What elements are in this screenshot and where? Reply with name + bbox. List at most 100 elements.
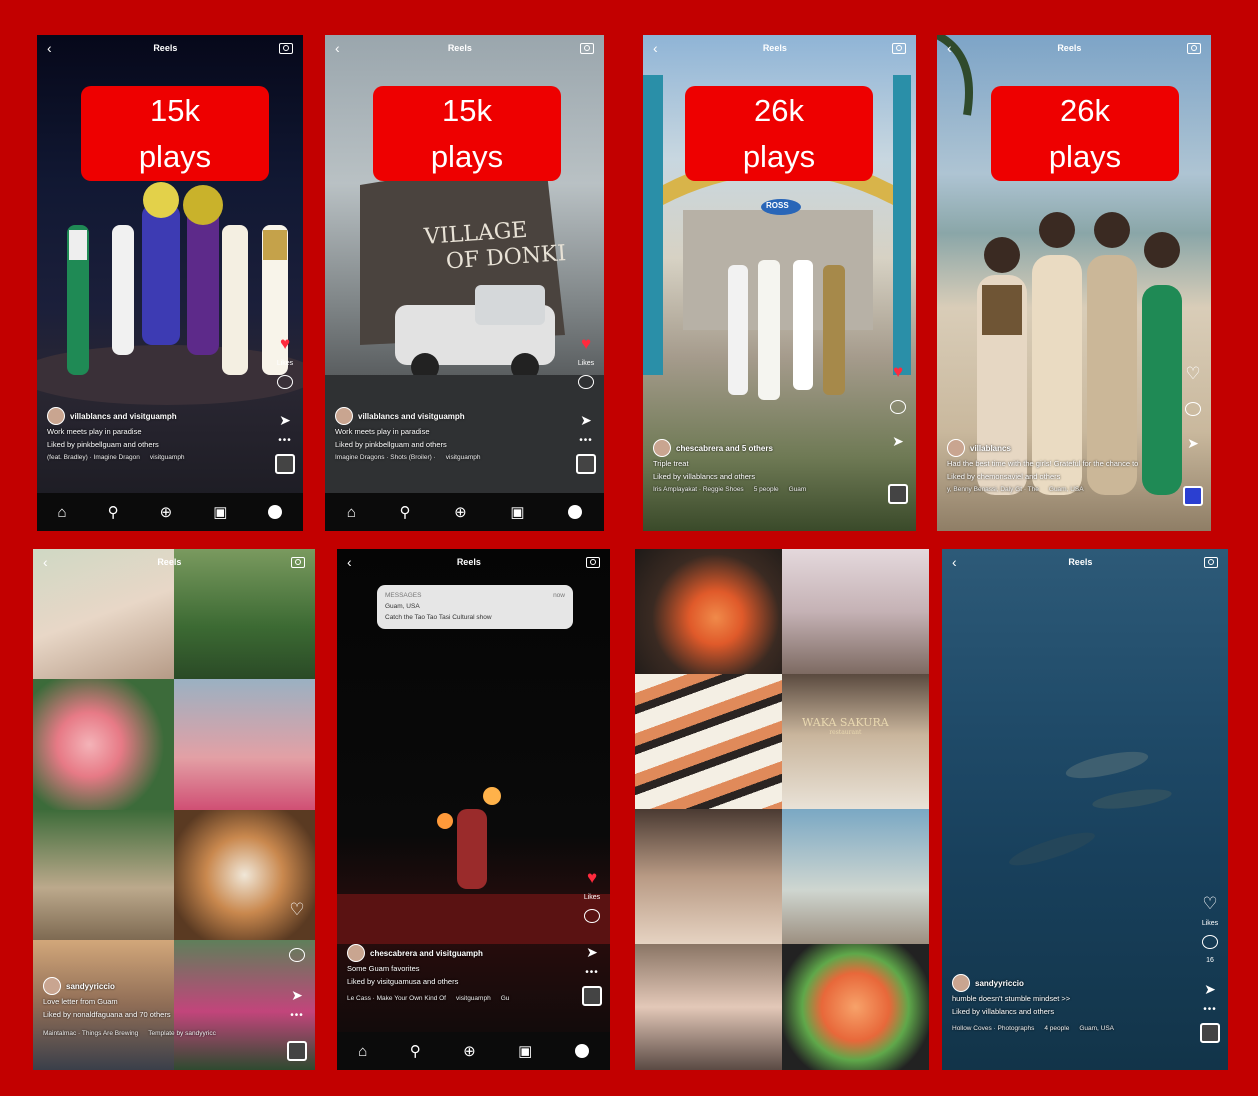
caption-text[interactable]: Love letter from Guam	[43, 995, 281, 1008]
username[interactable]: chescabrera and visitguamph	[370, 947, 483, 960]
reels-icon[interactable]: ▣	[510, 503, 524, 521]
avatar[interactable]	[335, 407, 353, 425]
audio-thumb-icon[interactable]	[576, 454, 596, 474]
liked-by-text[interactable]: Liked by villablancs and others	[653, 470, 882, 483]
heart-icon[interactable]: ♡	[289, 901, 304, 918]
more-icon[interactable]: •••	[585, 967, 599, 978]
avatar[interactable]	[947, 439, 965, 457]
create-icon[interactable]: ⊕	[463, 1042, 476, 1060]
reel-tile-8[interactable]: ‹ Reels ♡ Likes 16 ➤ ••• sandyyriccio hu…	[942, 549, 1228, 1070]
avatar[interactable]	[43, 977, 61, 995]
back-chevron-icon[interactable]: ‹	[952, 554, 957, 570]
profile-avatar-icon[interactable]	[268, 505, 283, 519]
home-icon[interactable]: ⌂	[347, 504, 356, 521]
profile-avatar-icon[interactable]	[568, 505, 583, 519]
camera-icon[interactable]	[579, 42, 594, 54]
comment-icon[interactable]	[1202, 935, 1218, 949]
username[interactable]: sandyyriccio	[975, 977, 1024, 990]
comment-icon[interactable]	[1185, 402, 1201, 416]
back-chevron-icon[interactable]: ‹	[43, 554, 48, 570]
audio-label[interactable]: Le Cass · Make Your Own Kind Of	[347, 992, 446, 1005]
username[interactable]: villablancs	[970, 442, 1011, 455]
comment-icon[interactable]	[890, 400, 906, 414]
heart-icon[interactable]: ♥	[587, 869, 597, 886]
send-icon[interactable]: ➤	[1204, 982, 1216, 996]
camera-icon[interactable]	[891, 42, 906, 54]
comment-icon[interactable]	[277, 375, 293, 389]
username[interactable]: sandyyriccio	[66, 980, 115, 993]
reel-tile-2[interactable]: VILLAGE OF DONKI ‹ Reels 15k plays ♥ Lik…	[325, 35, 604, 531]
heart-icon[interactable]: ♥	[893, 363, 903, 380]
caption-text[interactable]: Had the best time with the girls! Gratef…	[947, 457, 1177, 470]
liked-by-text[interactable]: Liked by pinkbellguam and others	[335, 438, 570, 451]
camera-icon[interactable]	[290, 556, 305, 568]
audio-thumb-icon[interactable]	[1200, 1023, 1220, 1043]
avatar[interactable]	[347, 944, 365, 962]
comment-icon[interactable]	[584, 909, 600, 923]
create-icon[interactable]: ⊕	[160, 503, 173, 521]
search-icon[interactable]: ⚲	[108, 503, 119, 521]
audio-thumb-icon[interactable]	[275, 454, 295, 474]
audio-thumb-icon[interactable]	[582, 986, 602, 1006]
audio-thumb-icon[interactable]	[888, 484, 908, 504]
location-label[interactable]: Guam, USA	[1049, 483, 1084, 496]
send-icon[interactable]: ➤	[291, 988, 303, 1002]
home-icon[interactable]: ⌂	[358, 1043, 367, 1060]
profile-avatar-icon[interactable]	[574, 1044, 589, 1058]
username[interactable]: chescabrera and 5 others	[676, 442, 773, 455]
reel-tile-5[interactable]: ‹ Reels ♡ ➤ ••• sandyyriccio Love letter…	[33, 549, 315, 1070]
tag-label[interactable]: visitguamph	[150, 451, 185, 464]
reel-tile-4[interactable]: ‹ Reels 26k plays ♡ ➤ villablancs Had th…	[937, 35, 1211, 531]
template-label[interactable]: Template by sandyyricc	[148, 1027, 216, 1040]
send-icon[interactable]: ➤	[580, 413, 592, 427]
send-icon[interactable]: ➤	[1187, 436, 1199, 450]
camera-icon[interactable]	[585, 556, 600, 568]
back-chevron-icon[interactable]: ‹	[47, 40, 52, 56]
reel-tile-3[interactable]: ROSS ‹ Reels 26k plays ♥ ➤ chescabrera a…	[643, 35, 916, 531]
message-notification[interactable]: MESSAGES now Guam, USA Catch the Tao Tao …	[377, 585, 573, 629]
heart-icon[interactable]: ♥	[581, 335, 591, 352]
more-icon[interactable]: •••	[1203, 1004, 1217, 1015]
avatar[interactable]	[952, 974, 970, 992]
back-chevron-icon[interactable]: ‹	[653, 40, 658, 56]
create-icon[interactable]: ⊕	[454, 503, 467, 521]
camera-icon[interactable]	[278, 42, 293, 54]
reel-tile-6[interactable]: ‹ Reels MESSAGES now Guam, USA Catch the …	[337, 549, 610, 1070]
tag-label[interactable]: visitguamph	[456, 992, 491, 1005]
reels-icon[interactable]: ▣	[518, 1042, 532, 1060]
username[interactable]: villablancs and visitguamph	[358, 410, 465, 423]
caption-text[interactable]: Triple treat	[653, 457, 882, 470]
back-chevron-icon[interactable]: ‹	[347, 554, 352, 570]
liked-by-text[interactable]: Liked by chemonsaviel and others	[947, 470, 1177, 483]
audio-label[interactable]: y, Benny Benassi, Daly Gt · The	[947, 483, 1039, 496]
avatar[interactable]	[653, 439, 671, 457]
camera-icon[interactable]	[1203, 556, 1218, 568]
caption-text[interactable]: Work meets play in paradise	[47, 425, 269, 438]
heart-icon[interactable]: ♡	[1202, 895, 1217, 912]
send-icon[interactable]: ➤	[586, 945, 598, 959]
tag-label[interactable]: visitguamph	[446, 451, 481, 464]
heart-icon[interactable]: ♡	[1185, 365, 1200, 382]
reels-icon[interactable]: ▣	[213, 503, 227, 521]
search-icon[interactable]: ⚲	[400, 503, 411, 521]
location-label[interactable]: Guam	[789, 483, 807, 496]
more-icon[interactable]: •••	[278, 435, 292, 446]
avatar[interactable]	[47, 407, 65, 425]
more-icon[interactable]: •••	[579, 435, 593, 446]
search-icon[interactable]: ⚲	[410, 1042, 421, 1060]
audio-label[interactable]: Hollow Coves · Photographs	[952, 1022, 1034, 1035]
audio-label[interactable]: Maintalmac · Things Are Brewing	[43, 1027, 138, 1040]
liked-by-text[interactable]: Liked by pinkbellguam and others	[47, 438, 269, 451]
heart-icon[interactable]: ♥	[280, 335, 290, 352]
people-label[interactable]: 4 people	[1044, 1022, 1069, 1035]
liked-by-text[interactable]: Liked by villablancs and others	[952, 1005, 1194, 1018]
comment-icon[interactable]	[289, 948, 305, 962]
caption-text[interactable]: Work meets play in paradise	[335, 425, 570, 438]
location-label[interactable]: Gu	[501, 992, 510, 1005]
send-icon[interactable]: ➤	[279, 413, 291, 427]
caption-text[interactable]: humble doesn't stumble mindset >>	[952, 992, 1194, 1005]
send-icon[interactable]: ➤	[892, 434, 904, 448]
reel-tile-1[interactable]: ‹ Reels 15k plays ♥ Likes ➤ ••• villabla…	[37, 35, 303, 531]
audio-thumb-icon[interactable]	[1183, 486, 1203, 506]
audio-thumb-icon[interactable]	[287, 1041, 307, 1061]
